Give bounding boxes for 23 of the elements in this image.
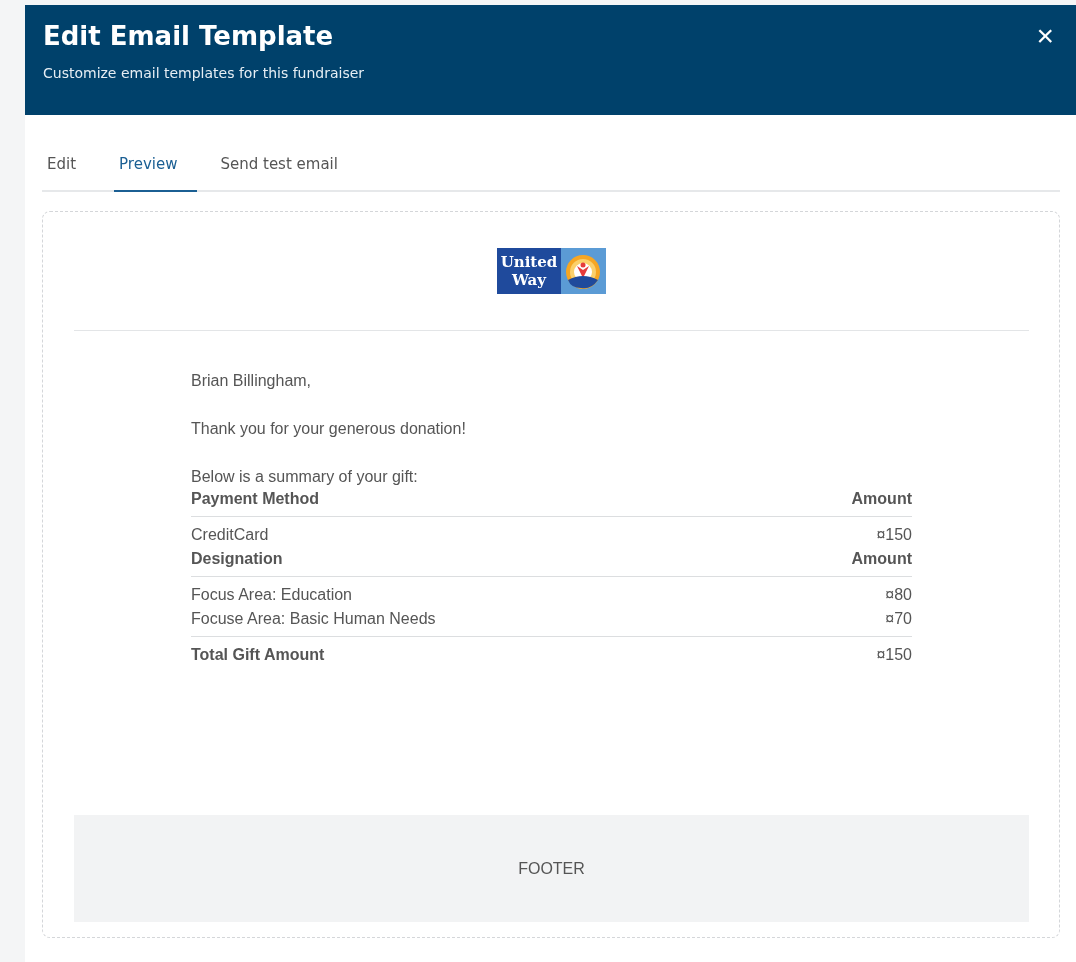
column-heading: Payment Method [191, 489, 319, 509]
total-amount: ¤150 [876, 645, 912, 665]
thanks-text: Thank you for your generous donation! [191, 419, 467, 439]
table-cell-text: Focus Area: Education [191, 585, 352, 605]
column-heading: Amount [851, 489, 912, 509]
column-heading: Amount [851, 549, 912, 569]
logo: United Way [497, 248, 606, 294]
summary-intro: Below is a summary of your gift: [191, 467, 419, 487]
table-cell-text: ¤80 [885, 585, 912, 605]
table-cell-text: ¤70 [885, 609, 912, 629]
table-cell-text: CreditCard [191, 525, 269, 545]
dialog-title: Edit Email Template [43, 21, 335, 51]
tab[interactable]: Edit [42, 145, 97, 192]
close-button[interactable]: × [1032, 21, 1058, 51]
column-heading: Designation [191, 549, 283, 569]
table-cell-text: ¤150 [876, 525, 912, 545]
table-cell-text: Focuse Area: Basic Human Needs [191, 609, 436, 629]
dialog-subtitle: Customize email templates for this fundraiser [43, 65, 365, 81]
tab[interactable]: Send test email [215, 145, 358, 192]
email-footer: FOOTER [74, 815, 1029, 922]
greeting-text: Brian Billingham, [191, 371, 313, 391]
tab[interactable]: Preview [114, 145, 198, 192]
total-label: Total Gift Amount [191, 645, 325, 665]
